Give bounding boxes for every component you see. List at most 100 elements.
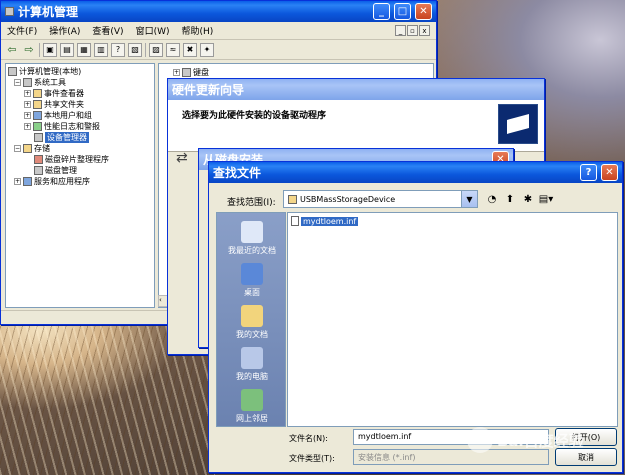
mdi-restore-button[interactable]: ▫ — [407, 25, 418, 36]
menu-file[interactable]: 文件(F) — [7, 24, 37, 37]
minimize-button[interactable]: _ — [373, 3, 390, 20]
wizard-heading: 选择要为此硬件安装的设备驱动程序 — [182, 111, 327, 121]
menu-window[interactable]: 窗口(W) — [136, 24, 170, 37]
mdi-minimize-button[interactable]: _ — [395, 25, 406, 36]
tree-item-shared-folders[interactable]: + 共享文件夹 — [8, 99, 152, 110]
forward-icon[interactable]: ⇨ — [22, 43, 36, 57]
uninstall-device-icon[interactable]: ✦ — [200, 42, 214, 57]
menu-action[interactable]: 操作(A) — [49, 24, 80, 37]
place-my-computer[interactable]: 我的电脑 — [217, 347, 287, 382]
view-menu-icon[interactable]: ▤▾ — [539, 192, 553, 206]
tree-label: 键盘 — [193, 68, 209, 77]
close-button[interactable]: ✕ — [601, 164, 618, 181]
close-button[interactable]: ✕ — [415, 3, 432, 20]
place-label: 我的电脑 — [236, 372, 268, 381]
tree-item-disk-management[interactable]: 磁盘管理 — [8, 165, 152, 176]
tree-label: 性能日志和警报 — [44, 122, 100, 131]
device-manager-icon — [34, 133, 43, 142]
up-folder-icon[interactable]: ⬆ — [503, 192, 517, 206]
show-tree-icon[interactable]: ▤ — [60, 42, 74, 57]
find-file-titlebar[interactable]: 查找文件 ? ✕ — [209, 162, 622, 183]
place-label: 网上邻居 — [236, 414, 268, 423]
scan-hardware-icon[interactable]: ≈ — [166, 42, 180, 57]
new-folder-icon[interactable]: ✱ — [521, 192, 535, 206]
find-file-title: 查找文件 — [213, 166, 262, 180]
toolbar-separator — [39, 42, 40, 57]
wizard-header: 选择要为此硬件安装的设备驱动程序 — [168, 100, 544, 152]
performance-icon — [33, 122, 42, 131]
place-label: 我的文档 — [236, 330, 268, 339]
expand-icon[interactable]: + — [24, 112, 31, 119]
tree-label: 计算机管理(本地) — [19, 67, 82, 76]
place-desktop[interactable]: 桌面 — [217, 263, 287, 298]
refresh-icon[interactable]: ▥ — [94, 42, 108, 57]
disable-device-icon[interactable]: ✖ — [183, 42, 197, 57]
look-in-label: 查找范围(I): — [227, 198, 276, 208]
view-icon[interactable]: ▧ — [128, 42, 142, 57]
computer-icon — [8, 67, 17, 76]
menu-help[interactable]: 帮助(H) — [182, 24, 214, 37]
menu-view[interactable]: 查看(V) — [92, 24, 123, 37]
storage-icon — [23, 144, 32, 153]
tree-label: 系统工具 — [34, 78, 66, 87]
mdi-close-button[interactable]: x — [419, 25, 430, 36]
expand-icon[interactable]: + — [14, 178, 21, 185]
file-name: mydtloem.inf — [301, 216, 359, 226]
event-viewer-icon — [33, 89, 42, 98]
expand-icon[interactable]: + — [24, 123, 31, 130]
chevron-down-icon[interactable]: ▼ — [461, 191, 477, 207]
tree-label: 存储 — [34, 144, 50, 153]
window-title: 计算机管理 — [18, 5, 79, 19]
tree-item-performance-logs[interactable]: + 性能日志和警报 — [8, 121, 152, 132]
tree-item-device-manager[interactable]: 设备管理器 — [8, 132, 152, 143]
tree-item-root[interactable]: 计算机管理(本地) — [8, 66, 152, 77]
filename-label: 文件名(N): — [289, 434, 328, 443]
usb-icon: ⇄ — [176, 150, 188, 166]
network-places-icon — [241, 389, 263, 411]
collapse-icon[interactable]: − — [14, 145, 21, 152]
look-in-value: USBMassStorageDevice — [300, 194, 396, 204]
back-icon[interactable]: ⇦ — [5, 43, 19, 57]
computer-management-icon — [5, 7, 14, 16]
tree-item-local-users[interactable]: + 本地用户和组 — [8, 110, 152, 121]
tree-item-defrag[interactable]: 磁盘碎片整理程序 — [8, 154, 152, 165]
tree-label: 设备管理器 — [45, 132, 89, 143]
tree-item-event-viewer[interactable]: + 事件查看器 — [8, 88, 152, 99]
collapse-icon[interactable]: − — [14, 79, 21, 86]
paw-logo-icon — [467, 427, 493, 453]
shared-folder-icon — [33, 100, 42, 109]
console-tree[interactable]: 计算机管理(本地) − 系统工具 + 事件查看器 + 共享文件夹 + 本地用户和组 + 性… — [5, 63, 155, 308]
tree-item-services[interactable]: + 服务和应用程序 — [8, 176, 152, 187]
disk-icon — [34, 166, 43, 175]
expand-icon[interactable]: + — [173, 69, 180, 76]
tree-item-storage[interactable]: − 存储 — [8, 143, 152, 154]
look-in-dropdown[interactable]: USBMassStorageDevice ▼ — [283, 190, 478, 208]
folder-icon — [288, 194, 297, 204]
keyboard-node[interactable]: + 键盘 — [159, 67, 433, 78]
file-item[interactable]: mydtloem.inf — [291, 216, 359, 226]
place-network[interactable]: 网上邻居 — [217, 389, 287, 424]
help-button[interactable]: ? — [580, 164, 597, 181]
maximize-button[interactable]: □ — [394, 3, 411, 20]
tree-item-system-tools[interactable]: − 系统工具 — [8, 77, 152, 88]
back-icon[interactable]: ◔ — [485, 192, 499, 206]
properties-icon[interactable]: ▦ — [77, 42, 91, 57]
expand-icon[interactable]: + — [24, 90, 31, 97]
watermark-text: Bai百度经验 — [497, 431, 584, 450]
computer-management-titlebar[interactable]: 计算机管理 _ □ ✕ — [1, 1, 436, 22]
place-recent-documents[interactable]: 我最近的文档 — [217, 221, 287, 256]
wizard-title: 硬件更新向导 — [172, 83, 245, 97]
tree-label: 服务和应用程序 — [34, 177, 90, 186]
expand-icon[interactable]: + — [24, 101, 31, 108]
file-list[interactable]: mydtloem.inf — [287, 212, 618, 427]
place-my-documents[interactable]: 我的文档 — [217, 305, 287, 340]
hardware-wizard-icon — [498, 104, 538, 144]
users-icon — [33, 111, 42, 120]
hardware-wizard-titlebar[interactable]: 硬件更新向导 — [168, 79, 544, 100]
inf-file-icon — [291, 216, 299, 226]
up-folder-icon[interactable]: ▣ — [43, 42, 57, 57]
keyboard-icon — [182, 68, 191, 77]
toolbar-separator-2 — [145, 42, 146, 57]
help-icon[interactable]: ? — [111, 42, 125, 57]
monitor-icon[interactable]: ▨ — [149, 42, 163, 57]
